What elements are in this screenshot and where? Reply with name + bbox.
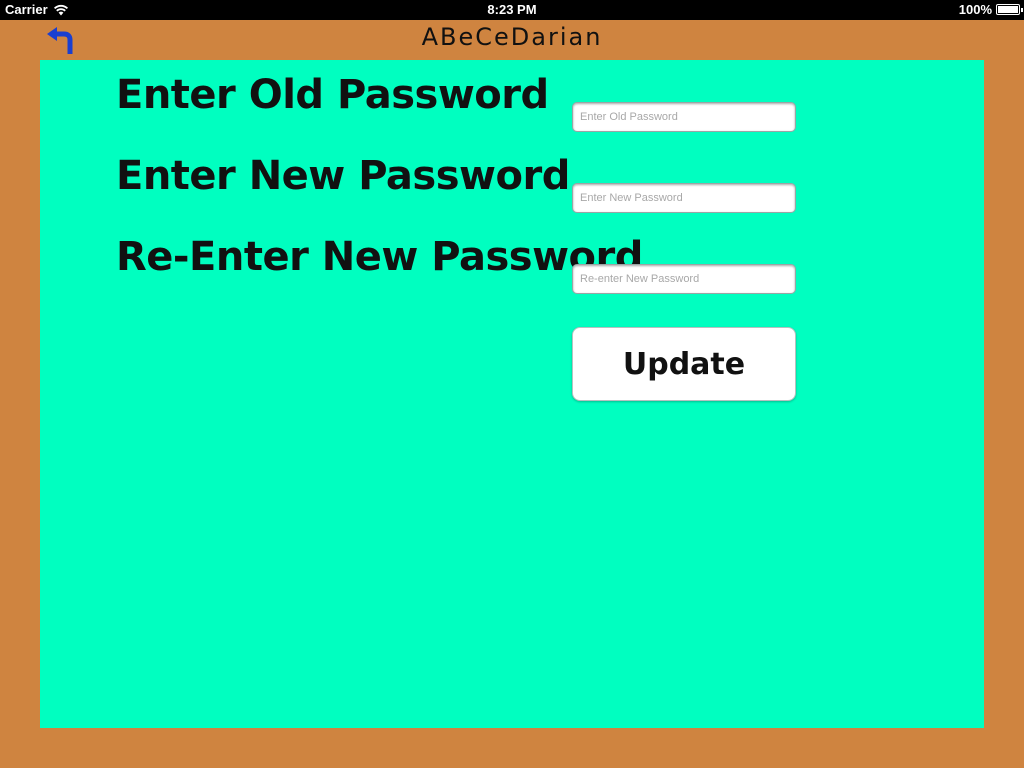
change-password-panel: Enter Old Password Enter New Password Re… (40, 60, 984, 728)
old-password-input[interactable] (572, 102, 796, 132)
status-bar: Carrier 8:23 PM 100% (0, 0, 1024, 20)
battery-percent: 100% (958, 2, 992, 17)
old-password-label: Enter Old Password (116, 72, 549, 118)
reenter-password-label: Re-Enter New Password (116, 234, 643, 280)
new-password-label: Enter New Password (116, 153, 570, 199)
new-password-input[interactable] (572, 183, 796, 213)
app-title: ABeCeDarian (421, 23, 603, 51)
status-battery-group: 100% (958, 2, 1023, 17)
app-frame: ABeCeDarian Enter Old Password Enter New… (0, 20, 1024, 768)
status-time: 8:23 PM (487, 2, 537, 17)
battery-fill (998, 6, 1018, 13)
update-button[interactable]: Update (572, 327, 796, 401)
battery-icon (996, 4, 1023, 15)
reenter-password-input[interactable] (572, 264, 796, 294)
